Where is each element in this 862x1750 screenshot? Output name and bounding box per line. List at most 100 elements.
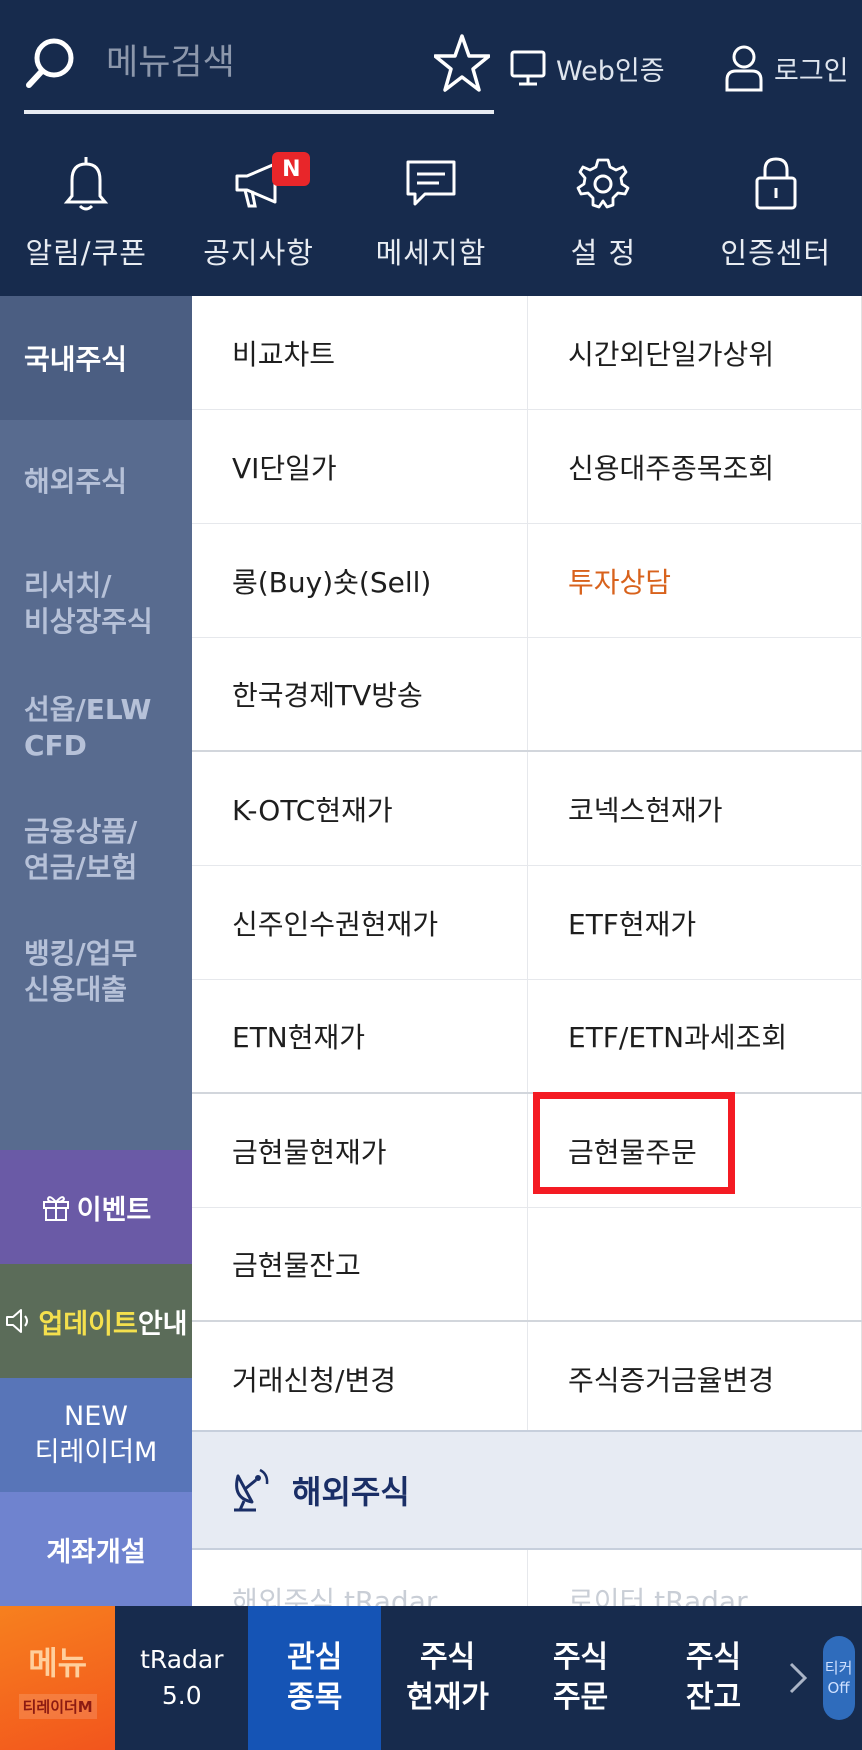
user-icon [725, 45, 763, 92]
event-label: 이벤트 [76, 1194, 152, 1226]
menu-item-credit-lending-lookup[interactable]: 신용대주종목조회 [527, 410, 862, 523]
tab-tradar-line1: tRadar [140, 1645, 224, 1674]
sidebar-item-foreign-stock[interactable]: 해외주식 [24, 464, 184, 500]
quick-item-alarm[interactable]: 알림/쿠폰 [0, 146, 172, 276]
new-badge: N [272, 152, 311, 186]
tab-stock-balance[interactable]: 주식 잔고 [647, 1606, 780, 1750]
menu-row: ETN현재가 ETF/ETN과세조회 [192, 980, 862, 1094]
menu-item-margin-rate-change[interactable]: 주식증거금율변경 [527, 1322, 862, 1436]
menu-row: 롱(Buy)숏(Sell) 투자상담 [192, 524, 862, 638]
menu-button[interactable]: 메뉴 티레이더M [0, 1606, 116, 1750]
app-screen: Web인증 로그인 알림/쿠폰 N 공지사항 [0, 0, 862, 1750]
menu-row: 거래신청/변경 주식증거금율변경 [192, 1322, 862, 1436]
quick-label-cert-center: 인증센터 [720, 236, 832, 270]
new-tradar-m-button[interactable]: NEW 티레이더M [0, 1378, 192, 1492]
tab-tradar[interactable]: tRadar 5.0 [115, 1606, 248, 1750]
update-label-highlight: 업데이트 [38, 1308, 138, 1340]
search-icon[interactable] [24, 34, 80, 90]
menu-item-gold-spot-order[interactable]: 금현물주문 [527, 1094, 862, 1207]
sidebar-item-research[interactable]: 리서치/ 비상장주식 [24, 568, 184, 640]
bell-icon [63, 157, 109, 211]
search-bar[interactable] [24, 30, 494, 114]
quick-label-alarm: 알림/쿠폰 [25, 236, 147, 270]
menu-item-etf-etn-tax[interactable]: ETF/ETN과세조회 [527, 980, 862, 1092]
menu-item-trade-application[interactable]: 거래신청/변경 [192, 1322, 527, 1436]
search-input[interactable] [106, 36, 476, 90]
menu-item-gold-spot-balance[interactable]: 금현물잔고 [192, 1208, 527, 1320]
menu-item-reuters-tradar[interactable]: 로이터 tRadar [527, 1550, 862, 1606]
update-label-rest: 안내 [137, 1308, 188, 1340]
menu-row: 한국경제TV방송 [192, 638, 862, 752]
menu-item-kotc-price[interactable]: K-OTC현재가 [192, 752, 527, 865]
login-label: 로그인 [774, 55, 849, 87]
tab-stock-order[interactable]: 주식 주문 [514, 1606, 647, 1750]
quick-menu: 알림/쿠폰 N 공지사항 메세지함 설 정 인증센터 [0, 146, 862, 276]
menu-item-gold-spot-price[interactable]: 금현물현재가 [192, 1094, 527, 1207]
tab-stock-order-line2: 주문 [552, 1680, 609, 1715]
web-cert-button[interactable]: Web인증 [510, 44, 665, 92]
menu-label: 메뉴 [28, 1643, 88, 1682]
satellite-dish-icon [234, 1468, 269, 1512]
menu-item-after-hours-top[interactable]: 시간외단일가상위 [527, 296, 862, 409]
event-button[interactable]: 이벤트 [0, 1150, 192, 1264]
gift-icon [42, 1196, 69, 1221]
tab-stock-price-line2: 현재가 [406, 1680, 490, 1715]
category-sidebar: 국내주식 해외주식 리서치/ 비상장주식 선옵/ELW CFD 금융상품/ 연금… [0, 296, 192, 1606]
menu-item-economic-tv[interactable]: 한국경제TV방송 [192, 638, 527, 750]
menu-item-etf-price[interactable]: ETF현재가 [527, 866, 862, 979]
ticker-pill: 티커 Off [822, 1636, 855, 1720]
tab-stock-price-line1: 주식 [420, 1640, 476, 1675]
web-cert-label: Web인증 [556, 55, 665, 87]
quick-label-message: 메세지함 [375, 236, 487, 270]
quick-item-settings[interactable]: 설 정 [517, 146, 689, 276]
ticker-toggle[interactable]: 티커 Off [815, 1606, 862, 1750]
gear-icon [576, 158, 630, 209]
quick-item-cert-center[interactable]: 인증센터 [690, 146, 862, 276]
tab-tradar-line2: 5.0 [161, 1681, 202, 1710]
login-button[interactable]: 로그인 [724, 42, 849, 94]
bottom-tab-bar: 메뉴 티레이더M tRadar 5.0 관심 종목 주식 현재가 주식 주문 주… [0, 1606, 862, 1750]
menu-item-compare-chart[interactable]: 비교차트 [192, 296, 527, 409]
quick-item-message[interactable]: 메세지함 [345, 146, 517, 276]
tab-watchlist-line2: 종목 [287, 1680, 343, 1715]
tab-watchlist[interactable]: 관심 종목 [248, 1606, 382, 1750]
message-icon [406, 160, 456, 206]
menu-row-partial: 해외주식 tRadar 로이터 tRadar [192, 1550, 862, 1606]
menu-sub-label: 티레이더M [18, 1693, 97, 1719]
menu-row: K-OTC현재가 코넥스현재가 [192, 752, 862, 866]
scroll-right-button[interactable] [780, 1606, 815, 1750]
menu-item-foreign-tradar[interactable]: 해외주식 tRadar [192, 1550, 527, 1606]
menu-item-vi-single-price[interactable]: VI단일가 [192, 410, 527, 523]
menu-item-long-short[interactable]: 롱(Buy)숏(Sell) [192, 524, 527, 637]
menu-row: VI단일가 신용대주종목조회 [192, 410, 862, 524]
section-title: 해외주식 [292, 1473, 410, 1511]
menu-item-empty [527, 638, 862, 750]
tab-stock-balance-line2: 잔고 [685, 1680, 742, 1715]
menu-row: 금현물잔고 [192, 1208, 862, 1322]
tab-stock-price[interactable]: 주식 현재가 [381, 1606, 514, 1750]
menu-grid: 비교차트 시간외단일가상위 VI단일가 신용대주종목조회 롱(Buy)숏(Sel… [192, 296, 862, 1436]
update-notice-button[interactable]: 업데이트 안내 [0, 1264, 192, 1378]
lock-icon [755, 157, 797, 210]
header: Web인증 로그인 알림/쿠폰 N 공지사항 [0, 0, 862, 296]
speaker-icon [6, 1309, 29, 1333]
menu-item-etn-price[interactable]: ETN현재가 [192, 980, 527, 1092]
sidebar-item-banking[interactable]: 뱅킹/업무 신용대출 [24, 936, 184, 1008]
sidebar-item-domestic-stock[interactable]: 국내주식 [0, 296, 192, 420]
sidebar-item-financial-products[interactable]: 금융상품/ 연금/보험 [24, 814, 184, 886]
menu-row: 신주인수권현재가 ETF현재가 [192, 866, 862, 980]
tab-watchlist-line1: 관심 [287, 1640, 343, 1675]
new-label: NEW [64, 1401, 128, 1432]
menu-item-warrant-price[interactable]: 신주인수권현재가 [192, 866, 527, 979]
quick-item-notice[interactable]: N 공지사항 [172, 146, 344, 276]
sidebar-item-futures[interactable]: 선옵/ELW CFD [24, 692, 184, 764]
menu-item-konex-price[interactable]: 코넥스현재가 [527, 752, 862, 865]
tab-stock-balance-line1: 주식 [685, 1640, 742, 1675]
menu-item-empty [527, 1208, 862, 1320]
ticker-label: 티커 [824, 1659, 853, 1677]
section-header-foreign-stock: 해외주식 [192, 1430, 862, 1550]
quick-label-notice: 공지사항 [203, 236, 314, 270]
star-icon[interactable] [434, 32, 490, 96]
menu-item-investment-consulting[interactable]: 투자상담 [527, 524, 862, 637]
open-account-button[interactable]: 계좌개설 [0, 1492, 192, 1606]
